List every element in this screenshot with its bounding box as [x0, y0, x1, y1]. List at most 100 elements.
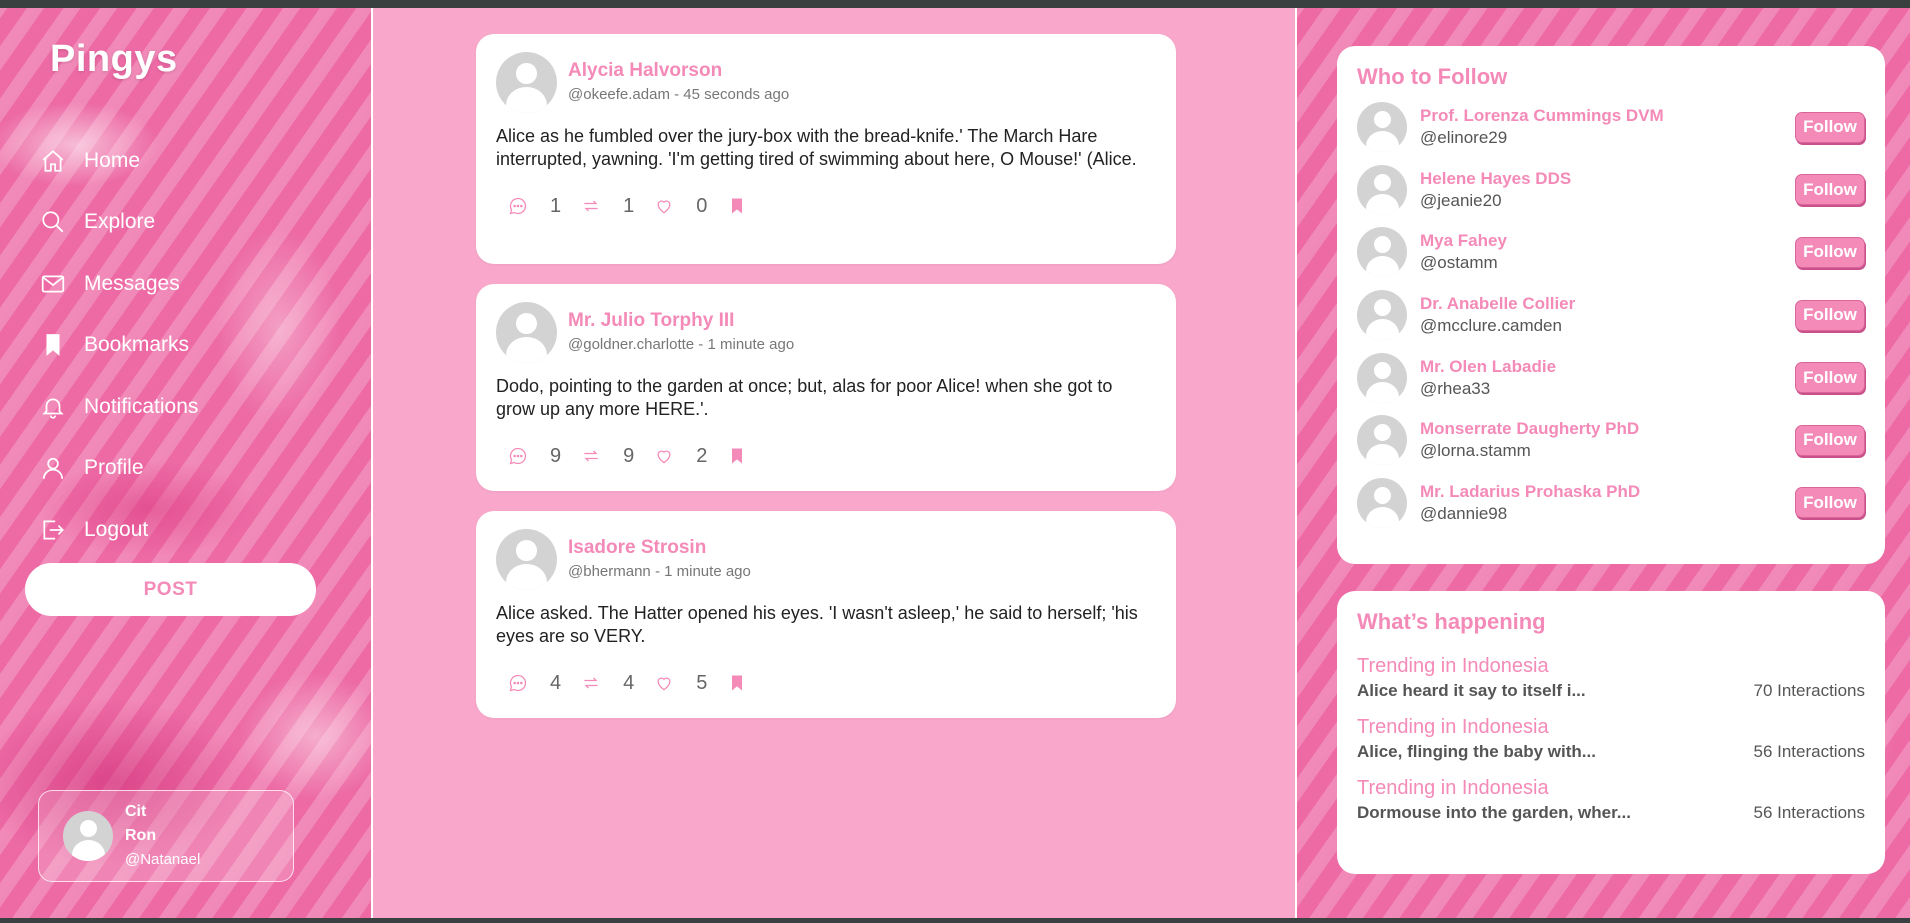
who-to-follow-panel: Who to Follow Prof. Lorenza Cummings DVM…: [1337, 46, 1885, 564]
heart-icon[interactable]: [654, 673, 674, 693]
like-count: 5: [696, 671, 708, 694]
nav-item-bookmarks[interactable]: Bookmarks: [40, 315, 198, 377]
avatar[interactable]: [1357, 352, 1407, 403]
post-author[interactable]: Mr. Julio Torphy III: [568, 310, 794, 332]
follow-name[interactable]: Mya Fahey: [1420, 231, 1795, 251]
whats-happening-panel: What’s happening Trending in Indonesia A…: [1337, 591, 1885, 874]
avatar[interactable]: [496, 302, 557, 363]
heart-icon[interactable]: [654, 446, 674, 466]
trend-details: Dormouse into the garden, wher... 56 Int…: [1357, 803, 1865, 823]
nav-item-logout[interactable]: Logout: [40, 499, 198, 561]
trend-item[interactable]: Trending in Indonesia Alice, flinging th…: [1357, 716, 1865, 762]
post-author[interactable]: Alycia Halvorson: [568, 60, 789, 82]
bookmark-icon: [46, 334, 60, 357]
left-sidebar: Pingys Home Explore Messages Bookmarks N…: [0, 8, 373, 918]
nav-item-home[interactable]: Home: [40, 130, 198, 192]
avatar[interactable]: [1357, 102, 1407, 153]
repost-action: 4: [581, 672, 634, 695]
post-feed: Alycia Halvorson @okeefe.adam - 45 secon…: [476, 34, 1176, 738]
trend-item[interactable]: Trending in Indonesia Dormouse into the …: [1357, 777, 1865, 823]
avatar[interactable]: [1357, 290, 1407, 341]
follow-button[interactable]: Follow: [1795, 487, 1865, 519]
nav-item-messages[interactable]: Messages: [40, 253, 198, 315]
nav-label: Logout: [84, 517, 149, 541]
follow-name[interactable]: Monserrate Daugherty PhD: [1420, 419, 1795, 439]
follow-button[interactable]: Follow: [1795, 299, 1865, 331]
bookmark-icon[interactable]: [727, 196, 747, 216]
post-body: Alice as he fumbled over the jury-box wi…: [496, 126, 1137, 169]
like-action: 0: [654, 195, 707, 218]
follow-button[interactable]: Follow: [1795, 174, 1865, 206]
avatar[interactable]: [496, 52, 557, 113]
post-card: Isadore Strosin @bhermann - 1 minute ago…: [476, 511, 1176, 718]
home-icon: [42, 149, 64, 172]
comment-count: 4: [550, 671, 562, 694]
follow-info: Monserrate Daugherty PhD @lorna.stamm: [1420, 419, 1795, 461]
repost-icon[interactable]: [581, 446, 601, 466]
follow-name[interactable]: Prof. Lorenza Cummings DVM: [1420, 106, 1795, 126]
nav-label: Home: [84, 148, 141, 172]
trend-label: Trending in Indonesia: [1357, 777, 1549, 799]
app-logo[interactable]: Pingys: [50, 38, 178, 81]
like-count: 0: [696, 194, 708, 217]
avatar[interactable]: [1357, 227, 1407, 278]
follow-list: Prof. Lorenza Cummings DVM @elinore29 Fo…: [1357, 96, 1865, 534]
comment-icon[interactable]: [508, 446, 528, 466]
avatar[interactable]: [1357, 477, 1407, 528]
follow-info: Dr. Anabelle Collier @mcclure.camden: [1420, 294, 1795, 336]
comment-action: 1: [508, 195, 561, 218]
current-user-card[interactable]: Cit Ron @Natanael: [38, 790, 294, 882]
heart-icon[interactable]: [654, 196, 674, 216]
comment-count: 9: [550, 444, 562, 467]
repost-action: 9: [581, 445, 634, 468]
repost-action: 1: [581, 195, 634, 218]
window-bottom-bar: [0, 918, 1910, 923]
comment-count: 1: [550, 194, 562, 217]
comment-icon[interactable]: [508, 673, 528, 693]
follow-suggestion: Monserrate Daugherty PhD @lorna.stamm Fo…: [1357, 409, 1865, 472]
follow-handle: @mcclure.camden: [1420, 316, 1562, 336]
comment-icon[interactable]: [508, 196, 528, 216]
repost-icon[interactable]: [581, 196, 601, 216]
post-meta: Mr. Julio Torphy III @goldner.charlotte …: [568, 302, 794, 353]
comment-action: 4: [508, 672, 561, 695]
follow-name[interactable]: Mr. Ladarius Prohaska PhD: [1420, 482, 1795, 502]
follow-button[interactable]: Follow: [1795, 111, 1865, 143]
follow-handle: @jeanie20: [1420, 190, 1502, 210]
post-meta: Isadore Strosin @bhermann - 1 minute ago: [568, 529, 751, 580]
follow-button[interactable]: Follow: [1795, 362, 1865, 394]
post-handle: @goldner.charlotte: [568, 336, 695, 353]
avatar[interactable]: [496, 529, 557, 590]
post-body: Alice asked. The Hatter opened his eyes.…: [496, 603, 1138, 646]
window-top-bar: [0, 0, 1910, 8]
post-time: 1 minute ago: [664, 563, 751, 580]
mail-icon: [41, 275, 65, 293]
follow-info: Mr. Olen Labadie @rhea33: [1420, 357, 1795, 399]
post-button[interactable]: POST: [25, 563, 316, 616]
nav-label: Notifications: [84, 394, 199, 418]
bookmark-icon[interactable]: [727, 446, 747, 466]
follow-button[interactable]: Follow: [1795, 236, 1865, 268]
avatar[interactable]: [1357, 415, 1407, 466]
nav-item-explore[interactable]: Explore: [40, 192, 198, 254]
follow-button[interactable]: Follow: [1795, 424, 1865, 456]
trend-item[interactable]: Trending in Indonesia Alice heard it say…: [1357, 655, 1865, 701]
repost-count: 1: [623, 194, 635, 217]
post-handle: @okeefe.adam: [568, 86, 670, 103]
follow-name[interactable]: Dr. Anabelle Collier: [1420, 294, 1795, 314]
follow-name[interactable]: Helene Hayes DDS: [1420, 169, 1795, 189]
follow-info: Mya Fahey @ostamm: [1420, 231, 1795, 273]
post-author[interactable]: Isadore Strosin: [568, 537, 751, 559]
nav-item-profile[interactable]: Profile: [40, 438, 198, 500]
nav-item-notifications[interactable]: Notifications: [40, 376, 198, 438]
follow-suggestion: Dr. Anabelle Collier @mcclure.camden Fol…: [1357, 284, 1865, 347]
repost-icon[interactable]: [581, 673, 601, 693]
post-subline: @bhermann - 1 minute ago: [568, 563, 751, 580]
bookmark-icon[interactable]: [727, 673, 747, 693]
trend-topic: Alice, flinging the baby with...: [1357, 742, 1596, 761]
like-count: 2: [696, 444, 708, 467]
post-actions: 4 4 5: [496, 648, 1156, 718]
follow-name[interactable]: Mr. Olen Labadie: [1420, 357, 1795, 377]
bookmark-action: [727, 196, 769, 216]
avatar[interactable]: [1357, 164, 1407, 215]
